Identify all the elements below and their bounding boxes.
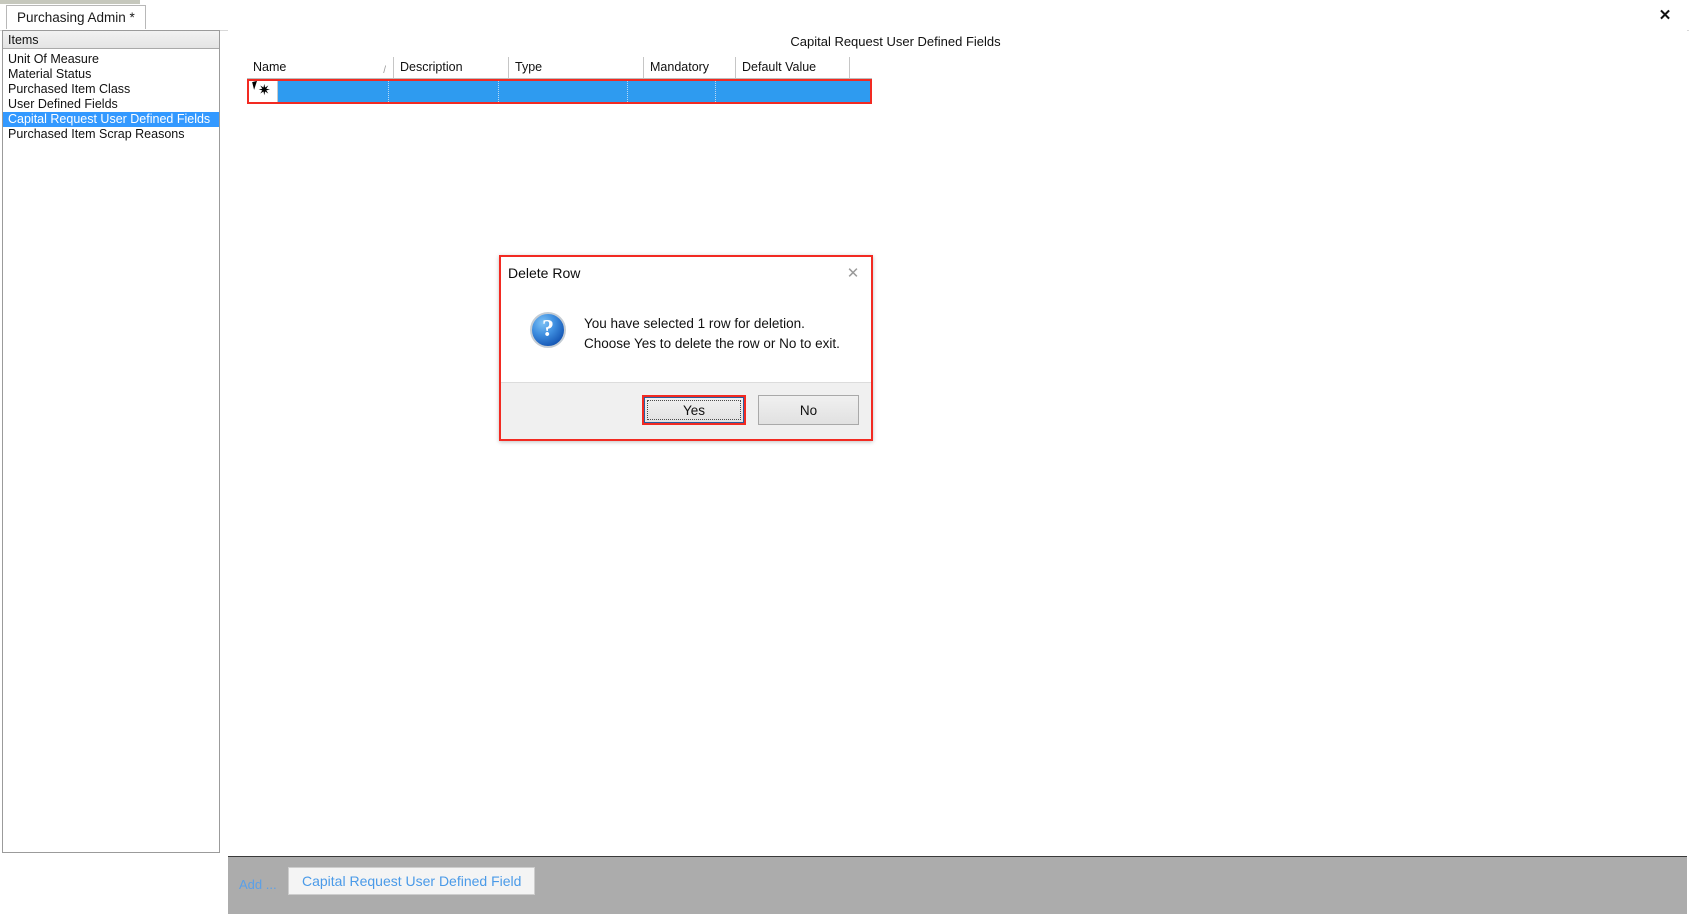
grid-column-header-type[interactable]: Type: [509, 57, 644, 78]
grid-cell-name[interactable]: [277, 81, 390, 102]
grid-column-header-mandatory[interactable]: Mandatory: [644, 57, 736, 78]
grid-column-label-type: Type: [515, 60, 543, 74]
grid-cell-mandatory[interactable]: [627, 81, 716, 102]
delete-row-dialog: Delete Row ✕ ? You have selected 1 row f…: [499, 255, 873, 441]
page-title: Capital Request User Defined Fields: [790, 34, 1001, 49]
dialog-titlebar: Delete Row ✕: [501, 257, 871, 289]
main-panel: Capital Request User Defined Fields Name…: [228, 30, 1687, 853]
grid-column-label-mandatory: Mandatory: [650, 60, 710, 74]
tab-label: Purchasing Admin *: [17, 10, 135, 25]
yes-button-label: Yes: [682, 402, 706, 418]
question-mark-icon: ?: [530, 312, 566, 348]
sidebar-item-material-status[interactable]: Material Status: [3, 67, 219, 82]
sidebar-item-purchased-item-class[interactable]: Purchased Item Class: [3, 82, 219, 97]
grid-cell-description[interactable]: [389, 81, 499, 102]
grid-cell-default-value[interactable]: [715, 81, 871, 102]
dialog-close-icon[interactable]: ✕: [843, 263, 863, 283]
grid-column-label-description: Description: [400, 60, 463, 74]
add-label: Add ...: [239, 877, 277, 892]
no-button-label: No: [799, 402, 818, 418]
grid-column-header-default-value[interactable]: Default Value: [736, 57, 850, 78]
sidebar: Items Unit Of Measure Material Status Pu…: [2, 30, 220, 853]
bottom-toolbar: Add ... Capital Request User Defined Fie…: [228, 856, 1687, 914]
dialog-body: ? You have selected 1 row for deletion. …: [501, 289, 871, 382]
no-button[interactable]: No: [758, 395, 859, 425]
grid-new-row-highlight: ✷: [247, 79, 872, 104]
grid-new-row[interactable]: ✷: [249, 80, 871, 102]
grid-column-header-name[interactable]: Name /: [247, 57, 394, 78]
dialog-message-line-1: You have selected 1 row for deletion.: [584, 316, 805, 331]
sidebar-item-user-defined-fields[interactable]: User Defined Fields: [3, 97, 219, 112]
sidebar-item-capital-request-user-defined-fields[interactable]: Capital Request User Defined Fields: [3, 112, 219, 127]
close-icon[interactable]: ✕: [1655, 5, 1675, 25]
sidebar-item-purchased-item-scrap-reasons[interactable]: Purchased Item Scrap Reasons: [3, 127, 219, 142]
dialog-footer: Yes No: [501, 382, 871, 439]
grid-column-label-name: Name: [253, 60, 287, 74]
grid-cell-type[interactable]: [498, 81, 628, 102]
dialog-title: Delete Row: [508, 265, 581, 281]
data-grid: Name / Description Type Mandatory Defaul…: [247, 57, 872, 104]
grid-header-row: Name / Description Type Mandatory Defaul…: [247, 57, 872, 79]
add-capital-request-user-defined-field-button[interactable]: Capital Request User Defined Field: [288, 867, 536, 895]
dialog-message: You have selected 1 row for deletion. Ch…: [584, 314, 840, 354]
dialog-message-line-2: Choose Yes to delete the row or No to ex…: [584, 336, 840, 351]
yes-button-highlight: Yes: [642, 395, 746, 425]
tab-strip: Purchasing Admin * ✕: [0, 0, 1689, 31]
tab-purchasing-admin[interactable]: Purchasing Admin *: [6, 5, 146, 29]
grid-column-label-default-value: Default Value: [742, 60, 817, 74]
yes-button[interactable]: Yes: [644, 397, 744, 423]
question-mark-glyph: ?: [542, 316, 554, 342]
tab-strip-accent: [0, 0, 140, 4]
sidebar-header: Items: [3, 31, 219, 49]
grid-column-header-description[interactable]: Description: [394, 57, 509, 78]
sort-indicator-icon: /: [383, 65, 386, 76]
sidebar-list: Unit Of Measure Material Status Purchase…: [3, 50, 219, 852]
row-selector-cell[interactable]: ✷: [249, 80, 278, 102]
sidebar-item-unit-of-measure[interactable]: Unit Of Measure: [3, 52, 219, 67]
